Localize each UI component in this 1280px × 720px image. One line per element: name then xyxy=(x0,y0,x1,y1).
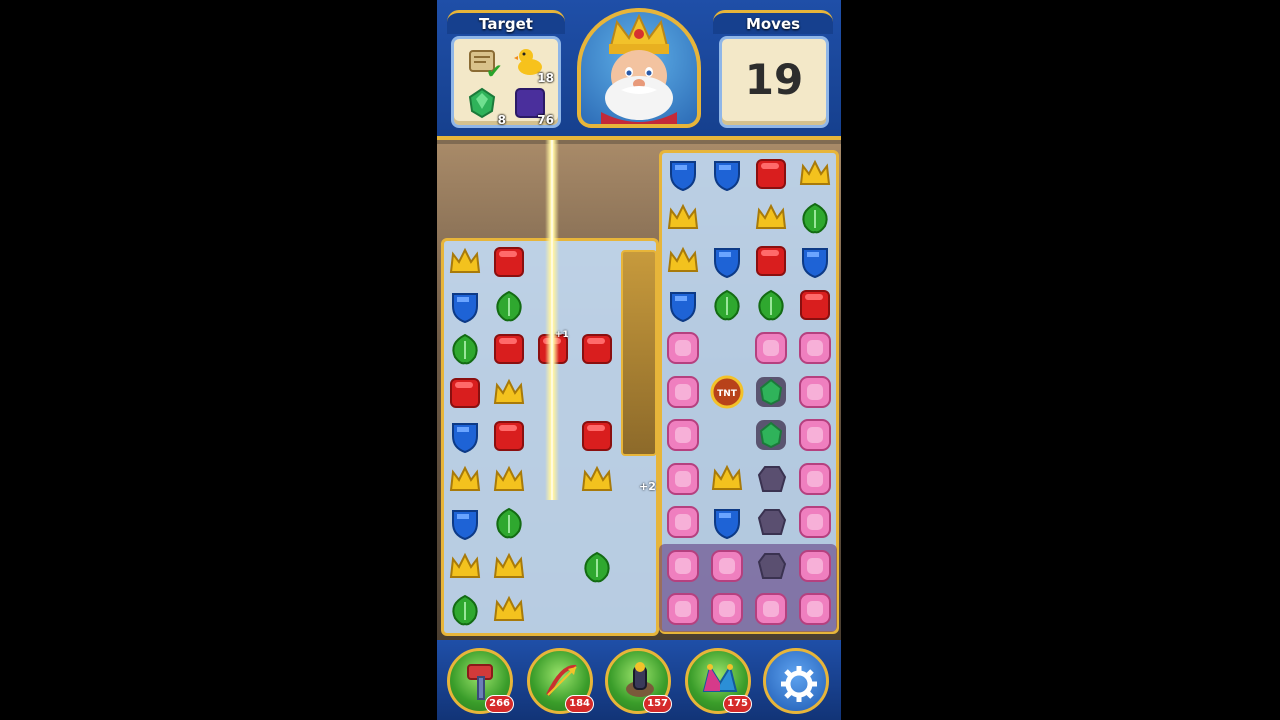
goal-count: 18 xyxy=(537,71,554,85)
booster-count: 184 xyxy=(565,695,594,713)
red-gem-tile[interactable] xyxy=(491,331,527,367)
yellow-crown-tile[interactable] xyxy=(491,592,527,628)
green-leaf-tile[interactable] xyxy=(797,200,833,236)
pink-crystal-tile[interactable] xyxy=(665,461,701,497)
booster-count: 266 xyxy=(485,695,514,713)
yellow-crown-tile[interactable] xyxy=(579,462,615,498)
blue-shield-tile[interactable] xyxy=(447,418,483,454)
hammer-booster-button[interactable]: 266 xyxy=(447,648,514,714)
booster-count: 157 xyxy=(643,695,672,713)
yellow-crown-tile[interactable] xyxy=(491,549,527,585)
yellow-crown-tile[interactable] xyxy=(447,549,483,585)
pink-crystal-tile[interactable] xyxy=(797,591,833,627)
pink-crystal-tile[interactable] xyxy=(665,591,701,627)
yellow-crown-tile[interactable] xyxy=(491,462,527,498)
svg-text:TNT: TNT xyxy=(717,389,738,399)
goal-purple-block: 76 xyxy=(510,85,554,127)
yellow-crown-tile[interactable] xyxy=(447,462,483,498)
pink-crystal-tile[interactable] xyxy=(665,548,701,584)
settings-button[interactable] xyxy=(763,648,829,714)
target-label: Target xyxy=(447,10,565,34)
target-panel: ✔ 18 8 76 xyxy=(451,36,561,128)
goal-emerald: 8 xyxy=(462,85,506,127)
pink-crystal-tile[interactable] xyxy=(797,504,833,540)
blue-shield-tile[interactable] xyxy=(709,504,745,540)
check-icon: ✔ xyxy=(486,59,503,83)
booster-count: 175 xyxy=(723,695,752,713)
pink-crystal-tile[interactable] xyxy=(709,548,745,584)
yellow-crown-tile[interactable] xyxy=(665,200,701,236)
green-leaf-tile[interactable] xyxy=(447,331,483,367)
goal-count: 8 xyxy=(497,113,506,127)
pink-crystal-tile[interactable] xyxy=(797,330,833,366)
purple-rock-tile[interactable] xyxy=(753,548,789,584)
bonus-plus-one: +1 xyxy=(555,330,569,340)
king-avatar xyxy=(601,13,677,124)
moves-count: 19 xyxy=(744,55,804,104)
green-leaf-tile[interactable] xyxy=(491,288,527,324)
top-hud: Target ✔ 18 8 76 Moves 19 xyxy=(437,0,841,140)
king-portrait xyxy=(577,8,701,128)
goal-duck: 18 xyxy=(510,43,554,85)
lightning-beam xyxy=(545,140,559,500)
pink-crystal-tile[interactable] xyxy=(665,417,701,453)
jester-hat-booster-button[interactable]: 175 xyxy=(685,648,752,714)
red-gem-tile[interactable] xyxy=(491,244,527,280)
green-leaf-tile[interactable] xyxy=(491,505,527,541)
pink-crystal-tile[interactable] xyxy=(665,330,701,366)
red-gem-tile[interactable] xyxy=(491,418,527,454)
pink-crystal-tile[interactable] xyxy=(797,374,833,410)
game-screen: Target ✔ 18 8 76 Moves 19 TNT +1 +2 266 … xyxy=(437,0,841,720)
blue-shield-tile[interactable] xyxy=(447,505,483,541)
bonus-plus-two: +2 xyxy=(639,480,656,493)
blue-shield-tile[interactable] xyxy=(709,156,745,192)
gear-icon xyxy=(781,666,817,702)
blue-shield-tile[interactable] xyxy=(709,243,745,279)
green-leaf-tile[interactable] xyxy=(447,592,483,628)
pink-crystal-tile[interactable] xyxy=(797,461,833,497)
yellow-crown-tile[interactable] xyxy=(665,243,701,279)
moves-label: Moves xyxy=(713,10,833,34)
blue-shield-tile[interactable] xyxy=(797,243,833,279)
goal-count: 76 xyxy=(537,113,554,127)
green-leaf-tile[interactable] xyxy=(753,287,789,323)
purple-rock-tile[interactable] xyxy=(753,461,789,497)
red-gem-tile[interactable] xyxy=(447,375,483,411)
red-gem-tile[interactable] xyxy=(797,287,833,323)
red-gem-tile[interactable] xyxy=(753,243,789,279)
red-gem-tile[interactable] xyxy=(579,418,615,454)
pink-crystal-tile[interactable] xyxy=(797,417,833,453)
blue-shield-tile[interactable] xyxy=(665,287,701,323)
cannon-booster-button[interactable]: 157 xyxy=(605,648,672,714)
pink-crystal-tile[interactable] xyxy=(797,548,833,584)
pink-crystal-tile[interactable] xyxy=(665,374,701,410)
yellow-crown-tile[interactable] xyxy=(797,156,833,192)
yellow-crown-tile[interactable] xyxy=(709,461,745,497)
emerald-icon xyxy=(468,87,496,119)
purple-rock-tile[interactable] xyxy=(753,504,789,540)
blue-shield-tile[interactable] xyxy=(447,288,483,324)
red-gem-tile[interactable] xyxy=(579,331,615,367)
emerald-block-tile[interactable] xyxy=(753,374,789,410)
pink-crystal-tile[interactable] xyxy=(709,591,745,627)
arrow-booster-button[interactable]: 184 xyxy=(527,648,594,714)
yellow-crown-tile[interactable] xyxy=(753,200,789,236)
yellow-crown-tile[interactable] xyxy=(491,375,527,411)
green-leaf-tile[interactable] xyxy=(709,287,745,323)
blue-shield-tile[interactable] xyxy=(665,156,701,192)
tnt-tile[interactable]: TNT xyxy=(709,374,745,410)
pink-crystal-tile[interactable] xyxy=(753,330,789,366)
pink-crystal-tile[interactable] xyxy=(665,504,701,540)
pink-crystal-tile[interactable] xyxy=(753,591,789,627)
moves-panel: 19 xyxy=(719,36,829,128)
goal-scroll: ✔ xyxy=(462,43,506,83)
booster-bar: 266 184 157 175 xyxy=(437,640,841,720)
green-leaf-tile[interactable] xyxy=(579,549,615,585)
red-gem-tile[interactable] xyxy=(753,156,789,192)
emerald-block-tile[interactable] xyxy=(753,417,789,453)
slide-lane xyxy=(621,250,657,456)
yellow-crown-tile[interactable] xyxy=(447,244,483,280)
